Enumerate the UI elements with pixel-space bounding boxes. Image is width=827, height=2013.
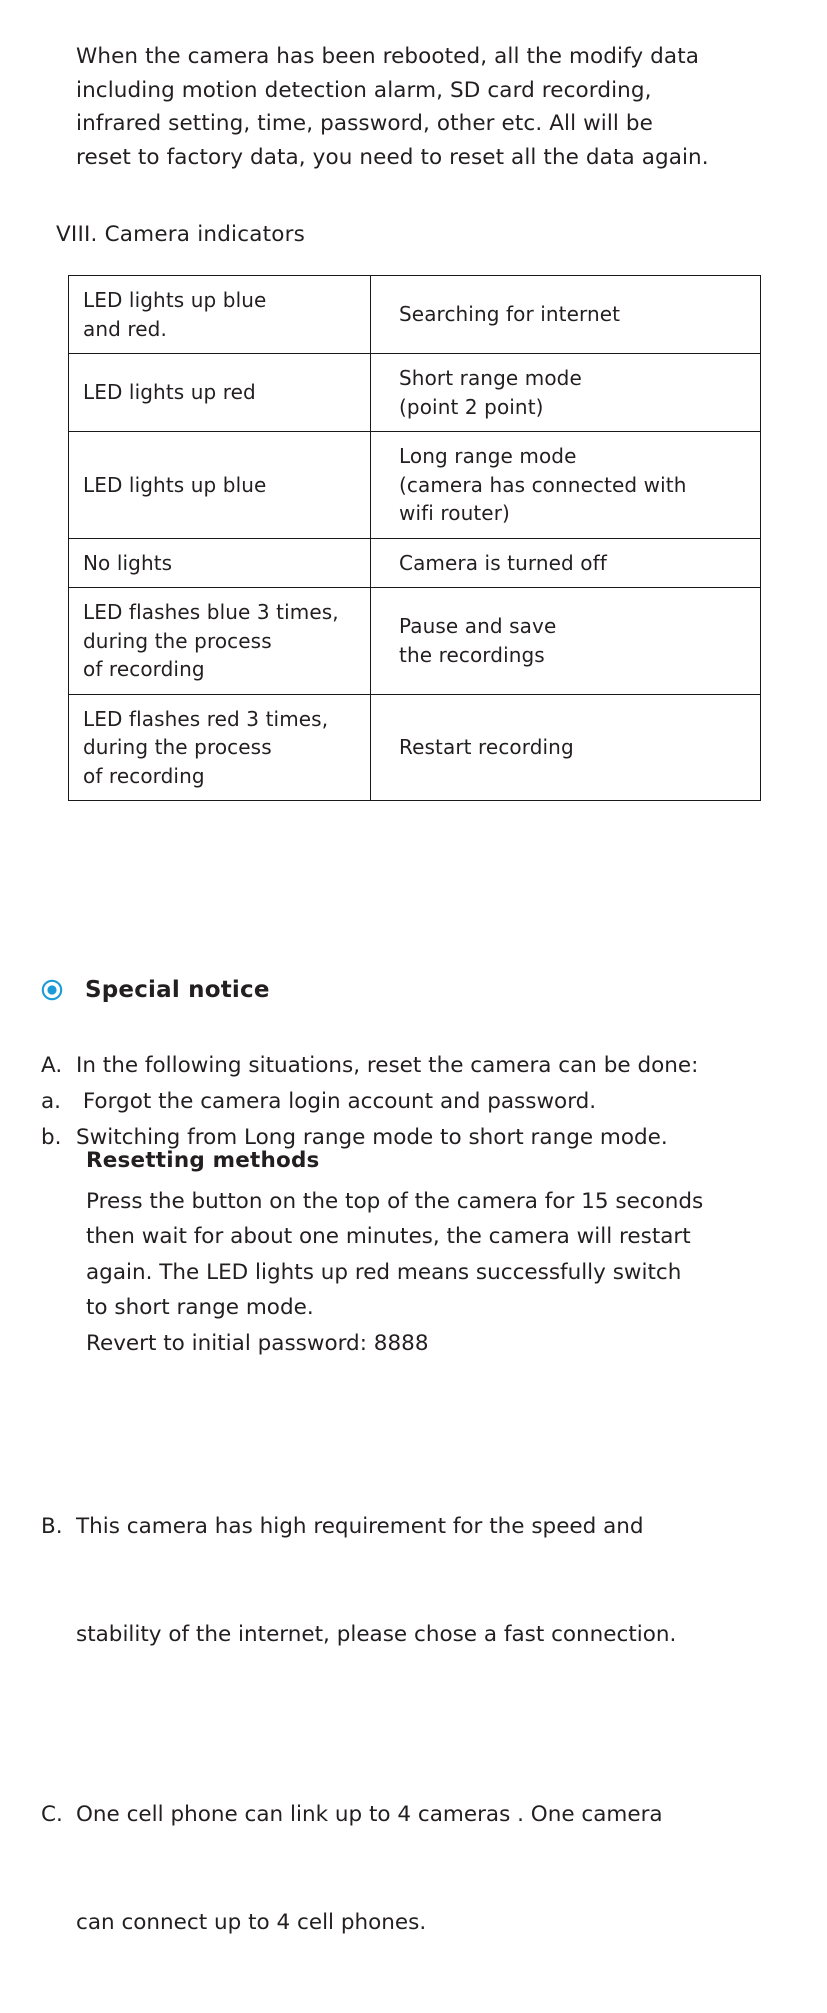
list-item: C. One cell phone can link up to 4 camer… [41, 1725, 801, 2013]
list-item-text: This camera has high requirement for the… [76, 1514, 644, 1539]
resetting-methods-line: again. The LED lights up red means succe… [86, 1259, 682, 1285]
special-notice-title: Special notice [85, 977, 270, 1003]
notice-list-bottom: B. This camera has high requirement for … [41, 1437, 801, 2013]
cell-line: wifi router) [399, 501, 510, 525]
cell-line: No lights [83, 550, 173, 575]
intro-paragraph: When the camera has been rebooted, all t… [76, 40, 756, 174]
table-row: LED flashes blue 3 times, during the pro… [68, 587, 761, 695]
list-item: B. This camera has high requirement for … [41, 1437, 801, 1725]
special-notice-heading: Special notice [41, 977, 270, 1003]
camera-indicators-table: LED lights up blue and red. Searching fo… [68, 275, 761, 801]
list-item-text: Forgot the camera login account and pass… [76, 1089, 597, 1114]
cell-line: Camera is turned off [399, 550, 607, 575]
table-row: No lights Camera is turned off [68, 537, 761, 588]
cell-line: Searching for internet [399, 302, 621, 327]
table-row: LED flashes red 3 times, during the proc… [68, 693, 761, 801]
resetting-methods-line: Press the button on the top of the camer… [86, 1188, 704, 1214]
cell-line: LED lights up blue [83, 288, 267, 312]
list-item-text: can connect up to 4 cell phones. [76, 1910, 427, 1935]
resetting-methods-line: then wait for about one minutes, the cam… [86, 1224, 691, 1249]
section-heading: ⅤIII. Camera indicators [56, 222, 306, 247]
list-item-text: In the following situations, reset the c… [76, 1053, 699, 1078]
manual-page: When the camera has been rebooted, all t… [0, 0, 827, 1935]
table-row: LED lights up blue Long range mode (came… [68, 431, 761, 539]
cell-line: and red. [83, 316, 167, 341]
cell-line: Short range mode [399, 366, 582, 390]
cell-line: the recordings [399, 642, 545, 667]
initial-password-line: Revert to initial password: 8888 [86, 1330, 429, 1356]
intro-line: infrared setting, time, password, other … [76, 111, 654, 136]
cell-line: of recording [83, 657, 205, 681]
list-marker: A. [41, 1053, 63, 1078]
indicator-state-cell: LED lights up red [68, 353, 371, 432]
cell-line: (camera has connected with [399, 472, 687, 497]
notice-list-top: A. In the following situations, reset th… [41, 1048, 781, 1156]
cell-line: during the process [83, 628, 272, 653]
resetting-methods-block: Resetting methods Press the button on th… [86, 1143, 786, 1361]
list-item-text: stability of the internet, please chose … [76, 1622, 677, 1647]
resetting-methods-line: to short range mode. [86, 1295, 314, 1320]
intro-line: reset to factory data, you need to reset… [76, 144, 709, 170]
indicator-meaning-cell: Long range mode (camera has connected wi… [370, 431, 761, 539]
list-marker: a. [41, 1089, 62, 1114]
table-row: LED lights up red Short range mode (poin… [68, 353, 761, 432]
indicator-meaning-cell: Searching for internet [370, 275, 761, 354]
cell-line: (point 2 point) [399, 394, 544, 419]
cell-line: Pause and save [399, 614, 557, 639]
list-item-text: One cell phone can link up to 4 cameras … [76, 1802, 663, 1827]
cell-line: LED lights up red [83, 380, 256, 405]
cell-line: LED lights up blue [83, 472, 267, 497]
cell-line: Long range mode [399, 444, 577, 468]
indicator-state-cell: LED flashes red 3 times, during the proc… [68, 693, 371, 801]
cell-line: during the process [83, 735, 272, 759]
resetting-methods-heading: Resetting methods [86, 1148, 320, 1173]
indicator-state-cell: No lights [68, 537, 371, 588]
indicator-state-cell: LED lights up blue [68, 431, 371, 539]
intro-line: including motion detection alarm, SD car… [76, 77, 652, 103]
cell-line: LED flashes red 3 times, [83, 706, 329, 731]
cell-line: Restart recording [399, 735, 574, 759]
indicator-state-cell: LED flashes blue 3 times, during the pro… [68, 587, 371, 695]
list-item: A. In the following situations, reset th… [41, 1048, 781, 1084]
indicator-meaning-cell: Short range mode (point 2 point) [370, 353, 761, 432]
table-row: LED lights up blue and red. Searching fo… [68, 275, 761, 354]
indicator-meaning-cell: Camera is turned off [370, 537, 761, 588]
radio-dot-icon [41, 979, 63, 1001]
list-marker: b. [41, 1125, 62, 1150]
list-marker: B. [41, 1514, 63, 1539]
cell-line: LED flashes blue 3 times, [83, 600, 339, 624]
cell-line: of recording [83, 763, 205, 788]
indicator-meaning-cell: Pause and save the recordings [370, 587, 761, 695]
list-marker: C. [41, 1802, 63, 1827]
intro-line: When the camera has been rebooted, all t… [76, 44, 699, 69]
indicator-state-cell: LED lights up blue and red. [68, 275, 371, 354]
indicator-meaning-cell: Restart recording [370, 693, 761, 801]
list-item: a. Forgot the camera login account and p… [41, 1084, 781, 1120]
